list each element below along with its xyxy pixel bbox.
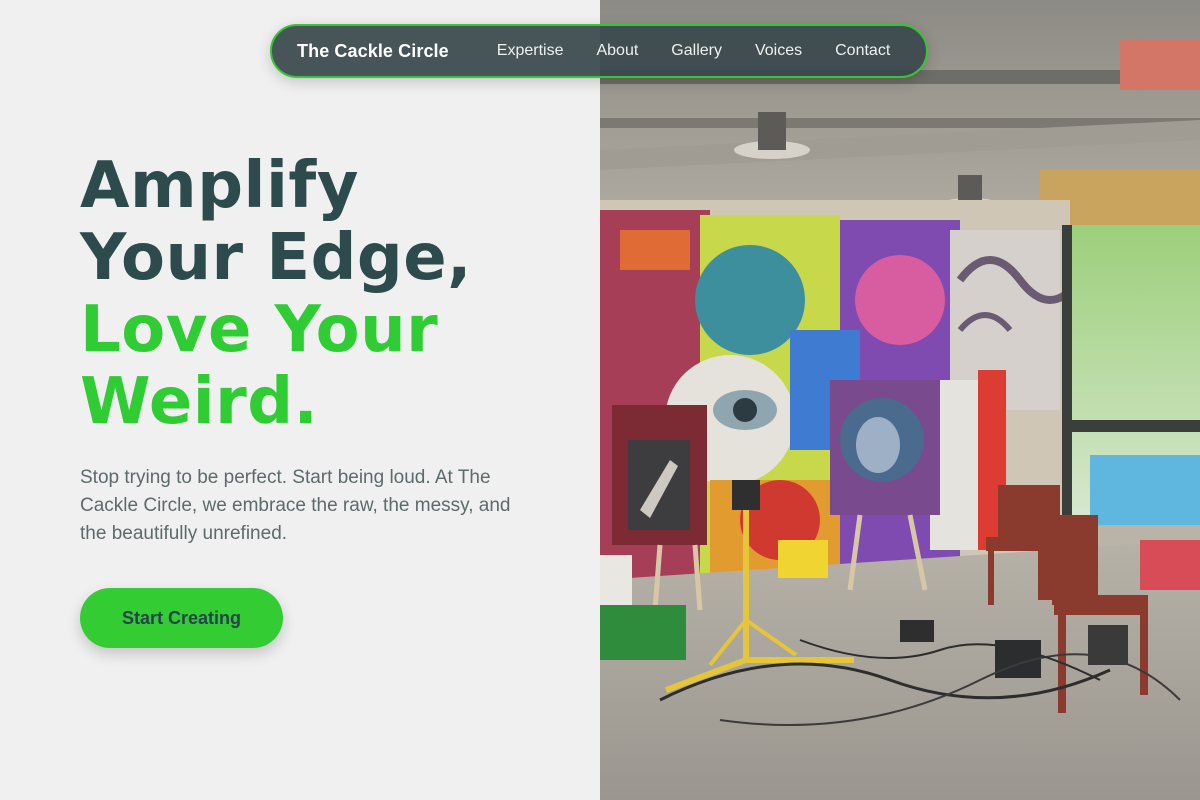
hero-title-line-1: Amplify	[80, 149, 359, 223]
hero-title: Amplify Your Edge, Love Your Weird.	[80, 150, 472, 438]
nav-link-contact[interactable]: Contact	[835, 42, 890, 60]
studio-photo	[600, 0, 1200, 800]
nav-link-voices[interactable]: Voices	[755, 42, 802, 60]
brand-logo-text[interactable]: The Cackle Circle	[297, 41, 449, 62]
hero-description: Stop trying to be perfect. Start being l…	[80, 467, 511, 544]
nav-link-about[interactable]: About	[596, 42, 638, 60]
start-creating-button[interactable]: Start Creating	[80, 588, 283, 648]
hero-title-line-3: Love Your	[80, 293, 439, 367]
main-nav: The Cackle Circle Expertise About Galler…	[270, 24, 928, 78]
nav-link-expertise[interactable]: Expertise	[497, 42, 564, 60]
nav-links: Expertise About Gallery Voices Contact	[497, 42, 890, 60]
nav-link-gallery[interactable]: Gallery	[671, 42, 722, 60]
hero-title-line-4: Weird.	[80, 365, 319, 439]
hero-title-line-2: Your Edge,	[80, 221, 472, 295]
